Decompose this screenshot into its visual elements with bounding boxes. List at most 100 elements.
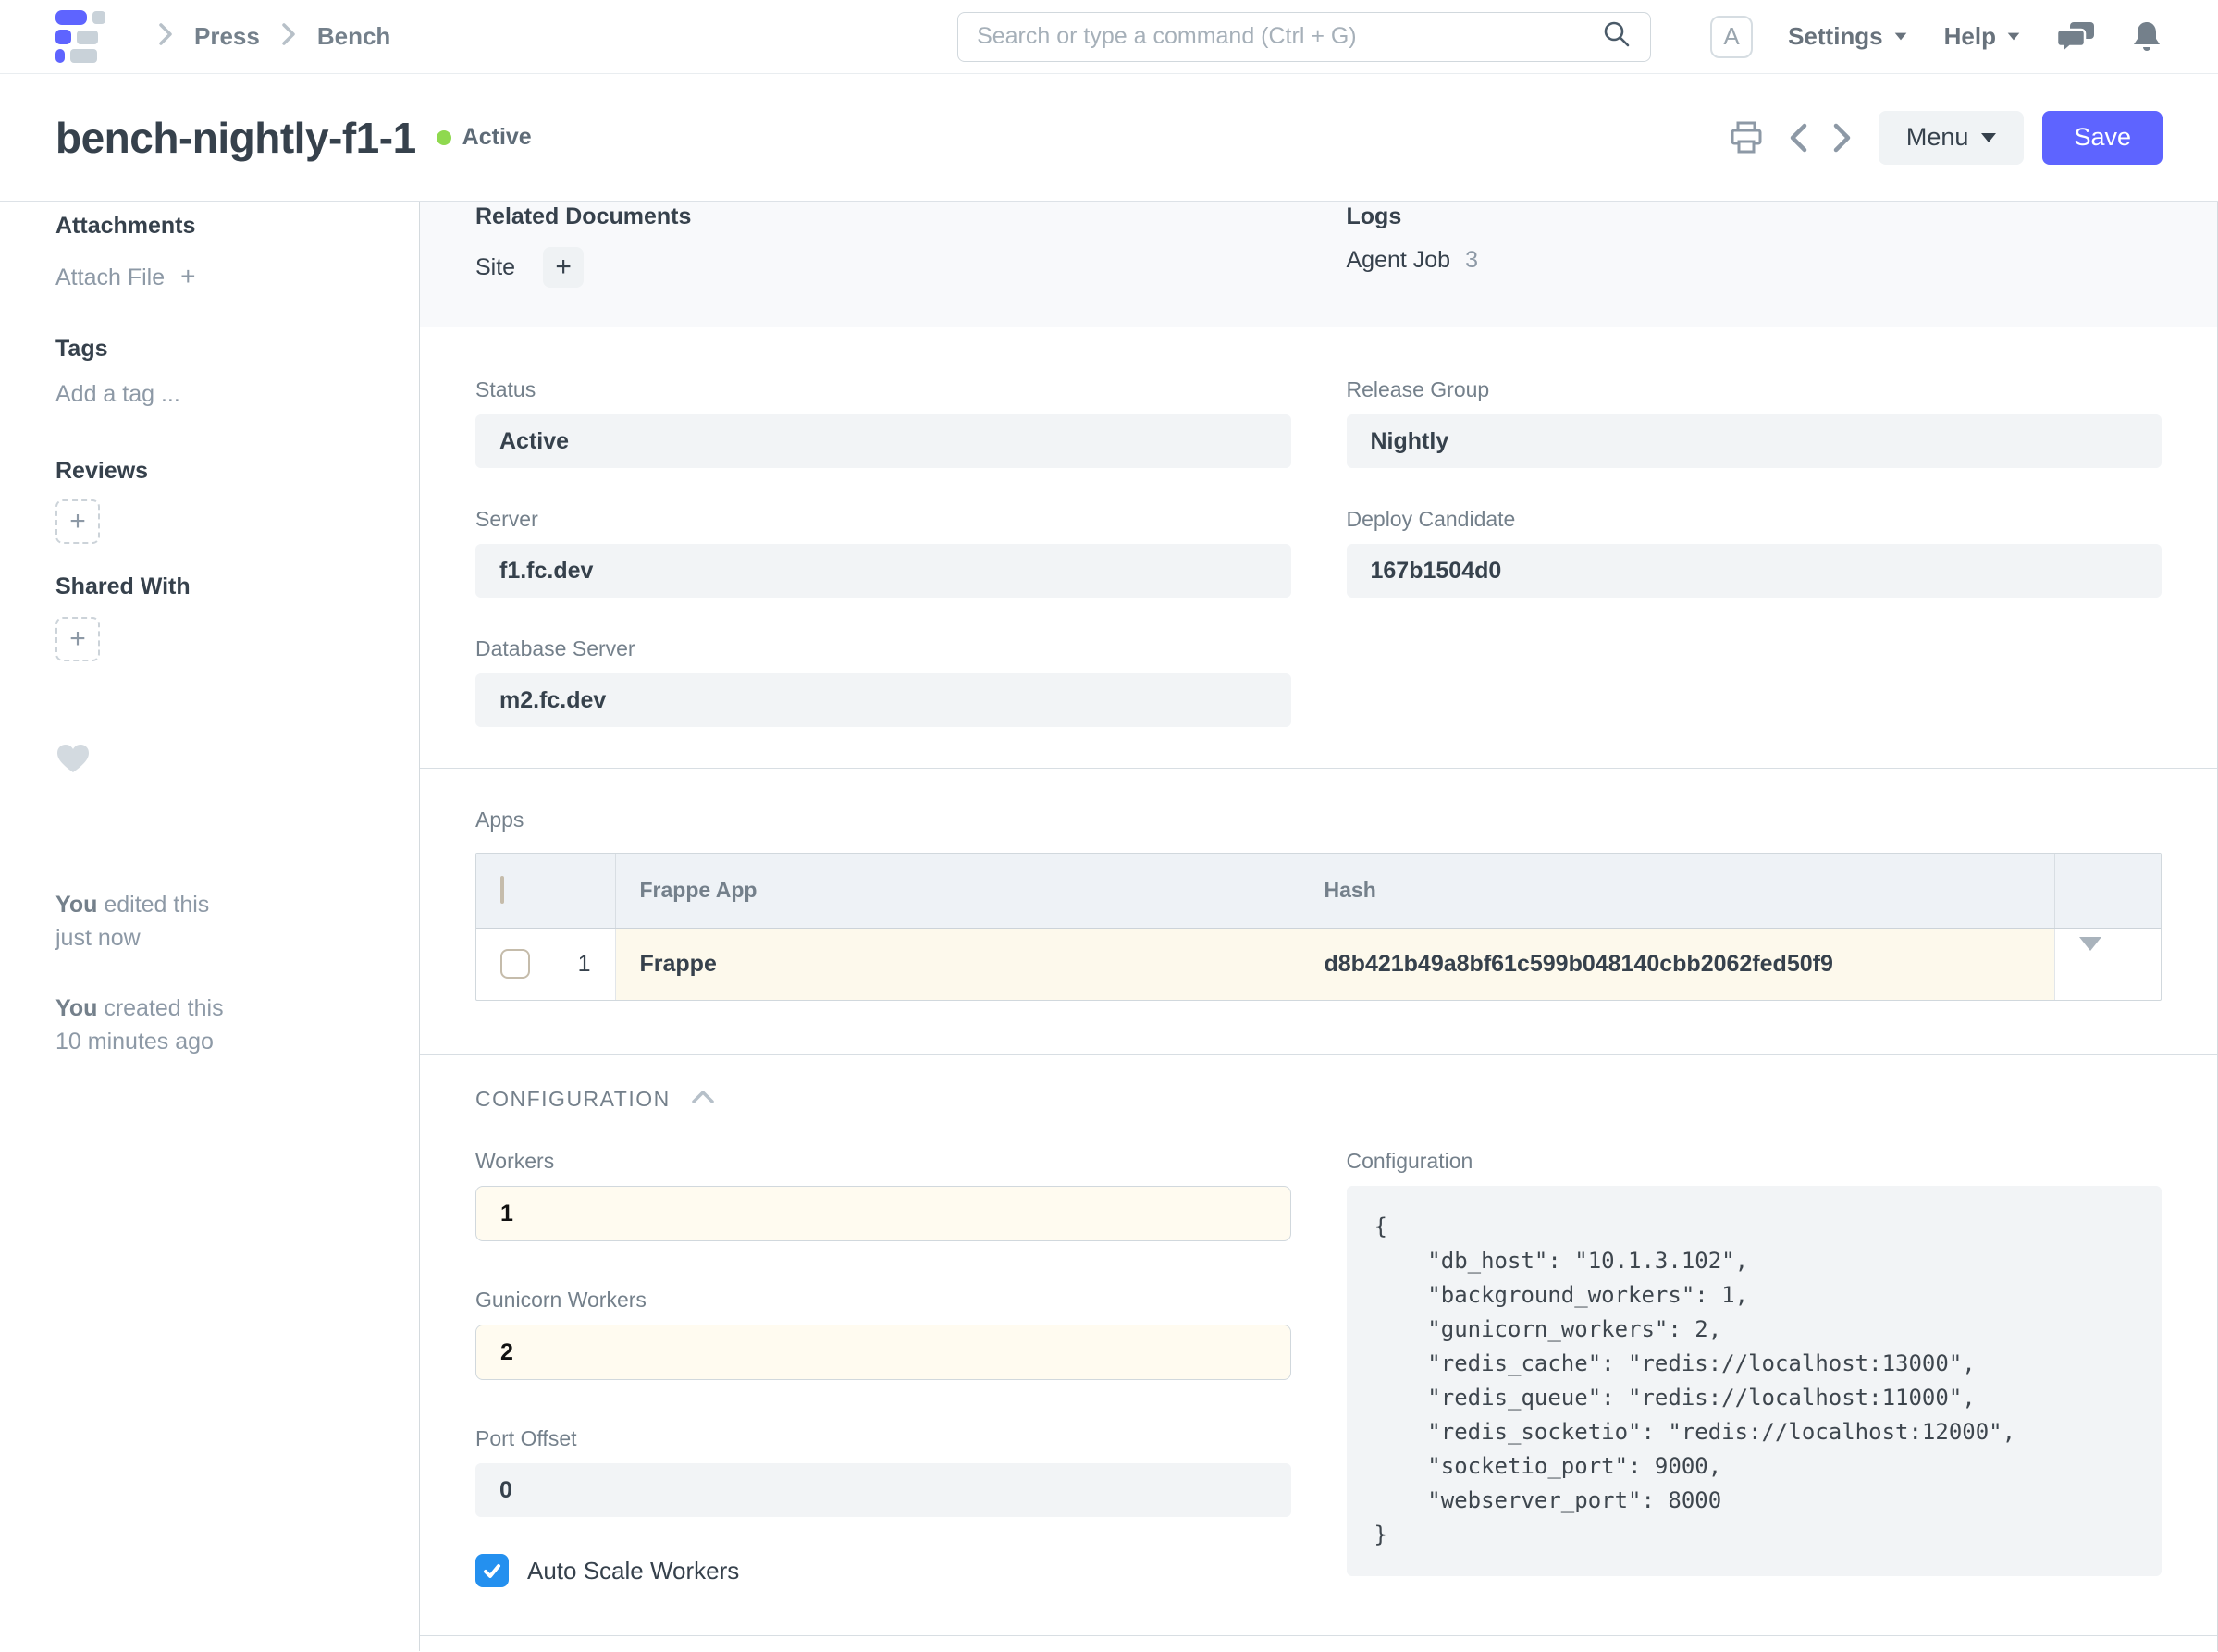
configuration-section: CONFIGURATION Workers Gunicorn Workers [420, 1055, 2217, 1636]
agent-job-link[interactable]: Agent Job [1347, 247, 1451, 274]
row-select-checkbox[interactable] [500, 949, 530, 979]
settings-menu[interactable]: Settings [1788, 22, 1909, 51]
breadcrumb-bench[interactable]: Bench [317, 22, 390, 51]
created-when: 10 minutes ago [55, 1029, 214, 1054]
next-document-chevron-right-icon[interactable] [1832, 122, 1853, 154]
deploy-candidate-field-value[interactable]: 167b1504d0 [1347, 544, 2163, 598]
breadcrumb-chevron-icon [280, 21, 297, 52]
frappe-logo-icon[interactable] [55, 10, 105, 63]
notifications-bell-icon[interactable] [2131, 19, 2163, 55]
avatar-letter: A [1723, 22, 1739, 51]
breadcrumb-press[interactable]: Press [194, 22, 260, 51]
workers-field: Workers [475, 1149, 1291, 1241]
server-field-label: Server [475, 507, 1291, 532]
deploy-candidate-field-label: Deploy Candidate [1347, 507, 2163, 532]
shared-with-heading: Shared With [55, 573, 367, 600]
edited-by: You [55, 892, 97, 918]
created-action: created this [104, 995, 223, 1021]
server-field: Server f1.fc.dev [475, 507, 1291, 598]
apps-grid: Frappe App Hash 1 Frappe [475, 853, 2162, 1001]
form-sidebar: Attachments Attach File + Tags Add a tag… [0, 202, 419, 1651]
port-offset-field-value: 0 [475, 1463, 1291, 1517]
apps-grid-header-row: Frappe App Hash [476, 854, 2161, 928]
user-avatar[interactable]: A [1710, 16, 1753, 58]
add-site-button[interactable]: + [543, 247, 584, 288]
server-field-value[interactable]: f1.fc.dev [475, 544, 1291, 598]
save-button[interactable]: Save [2042, 111, 2163, 165]
settings-label: Settings [1788, 22, 1883, 51]
plus-icon: + [69, 506, 86, 537]
breadcrumb-chevron-icon [157, 21, 174, 52]
configuration-json-label: Configuration [1347, 1149, 2163, 1174]
release-group-field-label: Release Group [1347, 377, 2163, 402]
configuration-section-toggle[interactable]: CONFIGURATION [475, 1087, 2162, 1112]
workers-input[interactable] [475, 1186, 1291, 1241]
plus-icon: + [555, 252, 572, 283]
form-body: Related Documents Site + Logs Agent Job … [419, 202, 2218, 1651]
navbar: Press Bench A Settings Help [0, 0, 2218, 74]
related-document-site-link[interactable]: Site [475, 254, 515, 281]
chevron-up-icon [691, 1090, 715, 1109]
frappe-app-cell[interactable]: Frappe [615, 928, 1300, 1000]
help-label: Help [1944, 22, 1996, 51]
add-review-button[interactable]: + [55, 499, 100, 544]
apps-grid-row: 1 Frappe d8b421b49a8bf61c599b048140cbb20… [476, 928, 2161, 1000]
help-menu[interactable]: Help [1944, 22, 2022, 51]
hash-cell[interactable]: d8b421b49a8bf61c599b048140cbb2062fed50f9 [1300, 928, 2054, 1000]
status-field: Status Active [475, 377, 1291, 468]
app-window: Press Bench A Settings Help [0, 0, 2218, 1652]
related-documents-heading: Related Documents [475, 203, 1291, 230]
deploy-candidate-field: Deploy Candidate 167b1504d0 [1347, 507, 2163, 598]
add-share-button[interactable]: + [55, 617, 100, 661]
status-indicator: Active [437, 124, 532, 151]
configuration-section-heading: CONFIGURATION [475, 1087, 671, 1112]
attachments-heading: Attachments [55, 213, 367, 240]
chevron-down-icon [1894, 33, 1906, 41]
chat-icon[interactable] [2057, 18, 2096, 55]
auto-scale-workers-label: Auto Scale Workers [527, 1557, 739, 1585]
workers-field-label: Workers [475, 1149, 1291, 1174]
database-server-field: Database Server m2.fc.dev [475, 636, 1291, 727]
agent-job-count: 3 [1465, 247, 1478, 274]
column-header-frappe-app[interactable]: Frappe App [615, 854, 1300, 928]
plus-icon: + [180, 262, 195, 290]
details-section: Status Active Release Group Nightly Serv… [420, 327, 2217, 769]
row-index[interactable]: 1 [578, 951, 591, 978]
chevron-down-icon [2008, 33, 2020, 41]
gunicorn-workers-input[interactable] [475, 1325, 1291, 1380]
auto-scale-workers-checkbox[interactable] [475, 1554, 509, 1587]
created-by: You [55, 995, 97, 1021]
status-field-label: Status [475, 377, 1291, 402]
database-server-field-label: Database Server [475, 636, 1291, 661]
database-server-field-value[interactable]: m2.fc.dev [475, 673, 1291, 727]
prev-document-chevron-left-icon[interactable] [1788, 122, 1808, 154]
gunicorn-workers-field: Gunicorn Workers [475, 1288, 1291, 1380]
attach-file-button[interactable]: Attach File + [55, 262, 367, 291]
global-search[interactable] [957, 12, 1651, 62]
gunicorn-workers-field-label: Gunicorn Workers [475, 1288, 1291, 1313]
status-dot-icon [437, 130, 451, 145]
port-offset-field-label: Port Offset [475, 1426, 1291, 1451]
search-input[interactable] [977, 23, 1602, 50]
form-dashboard: Related Documents Site + Logs Agent Job … [420, 202, 2217, 327]
save-button-label: Save [2074, 123, 2131, 152]
configuration-json-value: { "db_host": "10.1.3.102", "background_w… [1347, 1186, 2163, 1576]
edited-meta: You edited this just now [55, 888, 367, 955]
created-meta: You created this 10 minutes ago [55, 992, 367, 1058]
release-group-field: Release Group Nightly [1347, 377, 2163, 468]
menu-button[interactable]: Menu [1879, 111, 2025, 165]
apps-section: Apps Frappe App Hash [420, 769, 2217, 1055]
edited-action: edited this [104, 892, 209, 918]
release-group-field-value[interactable]: Nightly [1347, 414, 2163, 468]
print-icon[interactable] [1729, 121, 1764, 154]
tags-heading: Tags [55, 336, 367, 363]
edited-when: just now [55, 925, 141, 951]
column-header-hash[interactable]: Hash [1300, 854, 2054, 928]
select-all-checkbox[interactable] [500, 876, 504, 904]
page-title: bench-nightly-f1-1 [55, 113, 416, 163]
add-tag-button[interactable]: Add a tag ... [55, 381, 367, 408]
menu-button-label: Menu [1906, 123, 1969, 152]
row-expand-chevron-icon[interactable] [2079, 937, 2101, 977]
like-heart-icon[interactable] [55, 743, 367, 779]
logs-heading: Logs [1347, 203, 2163, 230]
